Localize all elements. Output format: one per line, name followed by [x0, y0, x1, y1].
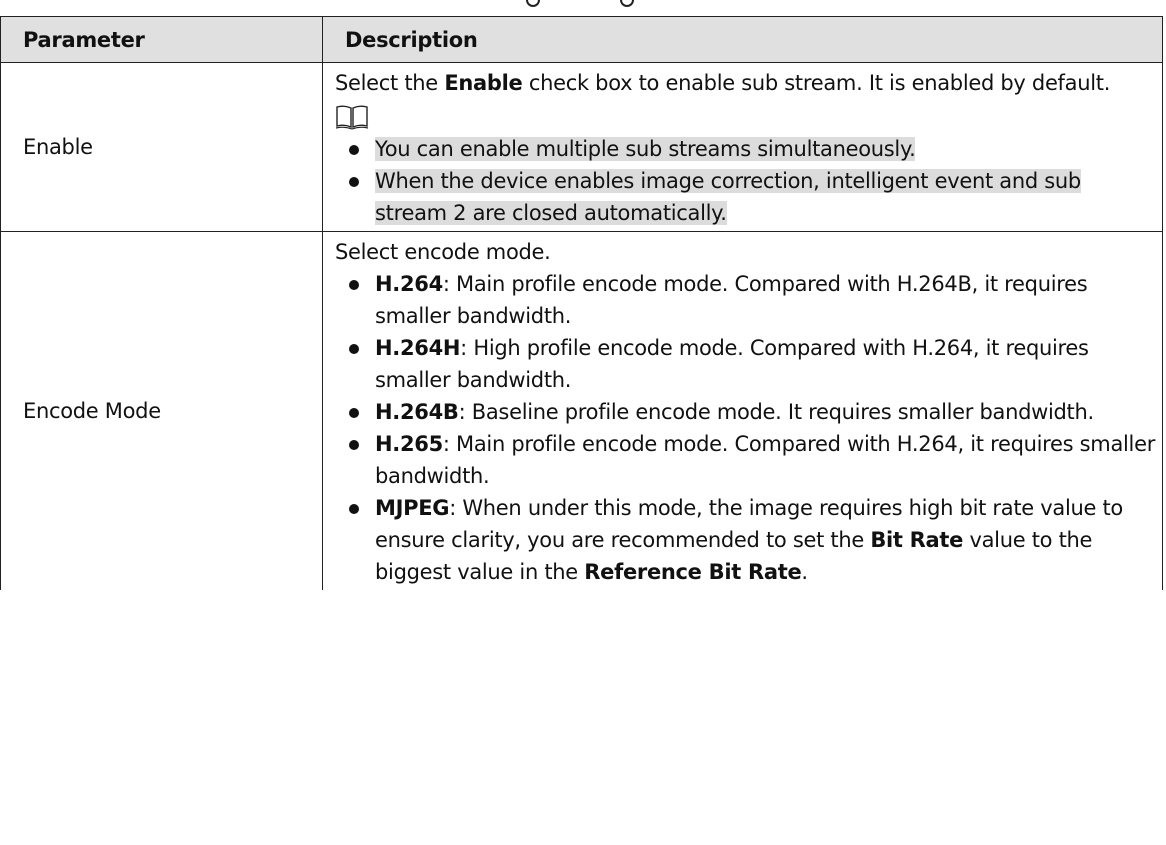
- list-item: H.264: Main profile encode mode. Compare…: [335, 268, 1156, 332]
- parameter-column-header: Parameter: [0, 16, 323, 63]
- description-enable: Select the Enable check box to enable su…: [322, 62, 1163, 232]
- bullet-term: H.264H: [375, 336, 461, 360]
- bullet-text: : Main profile encode mode. Compared wit…: [375, 272, 1088, 328]
- bullet-term: H.264: [375, 272, 443, 296]
- encode-mode-intro: Select encode mode.: [335, 240, 551, 264]
- enable-intro-text-end: check box to enable sub stream. It is en…: [522, 71, 1111, 95]
- enable-intro-bold: Enable: [444, 71, 523, 95]
- bullet-text: : High profile encode mode. Compared wit…: [375, 336, 1089, 392]
- list-item: When the device enables image correction…: [335, 165, 1156, 229]
- list-item: MJPEG: When under this mode, the image r…: [335, 492, 1156, 588]
- description-column-header: Description: [322, 16, 1163, 63]
- bullet-text: : Main profile encode mode. Compared wit…: [375, 432, 1156, 488]
- bullet-bold-reference-bit-rate: Reference Bit Rate: [584, 560, 802, 584]
- list-item: You can enable multiple sub streams simu…: [335, 133, 1156, 165]
- enable-intro-text: Select the: [335, 71, 445, 95]
- bullet-text: : Baseline profile encode mode. It requi…: [458, 400, 1095, 424]
- bullet-term: H.265: [375, 432, 443, 456]
- cropped-text-fragment: [520, 0, 640, 10]
- list-item: H.265: Main profile encode mode. Compare…: [335, 428, 1156, 492]
- list-item: H.264B: Baseline profile encode mode. It…: [335, 396, 1156, 428]
- table-header-row: Parameter Description: [0, 16, 1163, 63]
- bullet-bold-bit-rate: Bit Rate: [870, 528, 964, 552]
- enable-intro: Select the Enable check box to enable su…: [335, 67, 1156, 99]
- enable-note-list: You can enable multiple sub streams simu…: [335, 133, 1156, 229]
- bullet-text: .: [801, 560, 808, 584]
- parameter-name-enable: Enable: [0, 62, 323, 232]
- book-note-icon: [335, 105, 369, 130]
- bullet-term: MJPEG: [375, 496, 450, 520]
- table-row-encode-mode: Encode Mode Select encode mode. H.264: M…: [0, 231, 1163, 590]
- note-text: You can enable multiple sub streams simu…: [375, 137, 916, 161]
- encode-mode-list: H.264: Main profile encode mode. Compare…: [335, 268, 1156, 588]
- description-encode-mode: Select encode mode. H.264: Main profile …: [322, 231, 1163, 590]
- table-row-enable: Enable Select the Enable check box to en…: [0, 62, 1163, 232]
- bullet-term: H.264B: [375, 400, 459, 424]
- list-item: H.264H: High profile encode mode. Compar…: [335, 332, 1156, 396]
- parameter-name-encode-mode: Encode Mode: [0, 231, 323, 590]
- note-text: When the device enables image correction…: [375, 169, 1081, 225]
- parameter-table: Parameter Description Enable Select the …: [0, 16, 1163, 590]
- document-page: Parameter Description Enable Select the …: [0, 0, 1166, 845]
